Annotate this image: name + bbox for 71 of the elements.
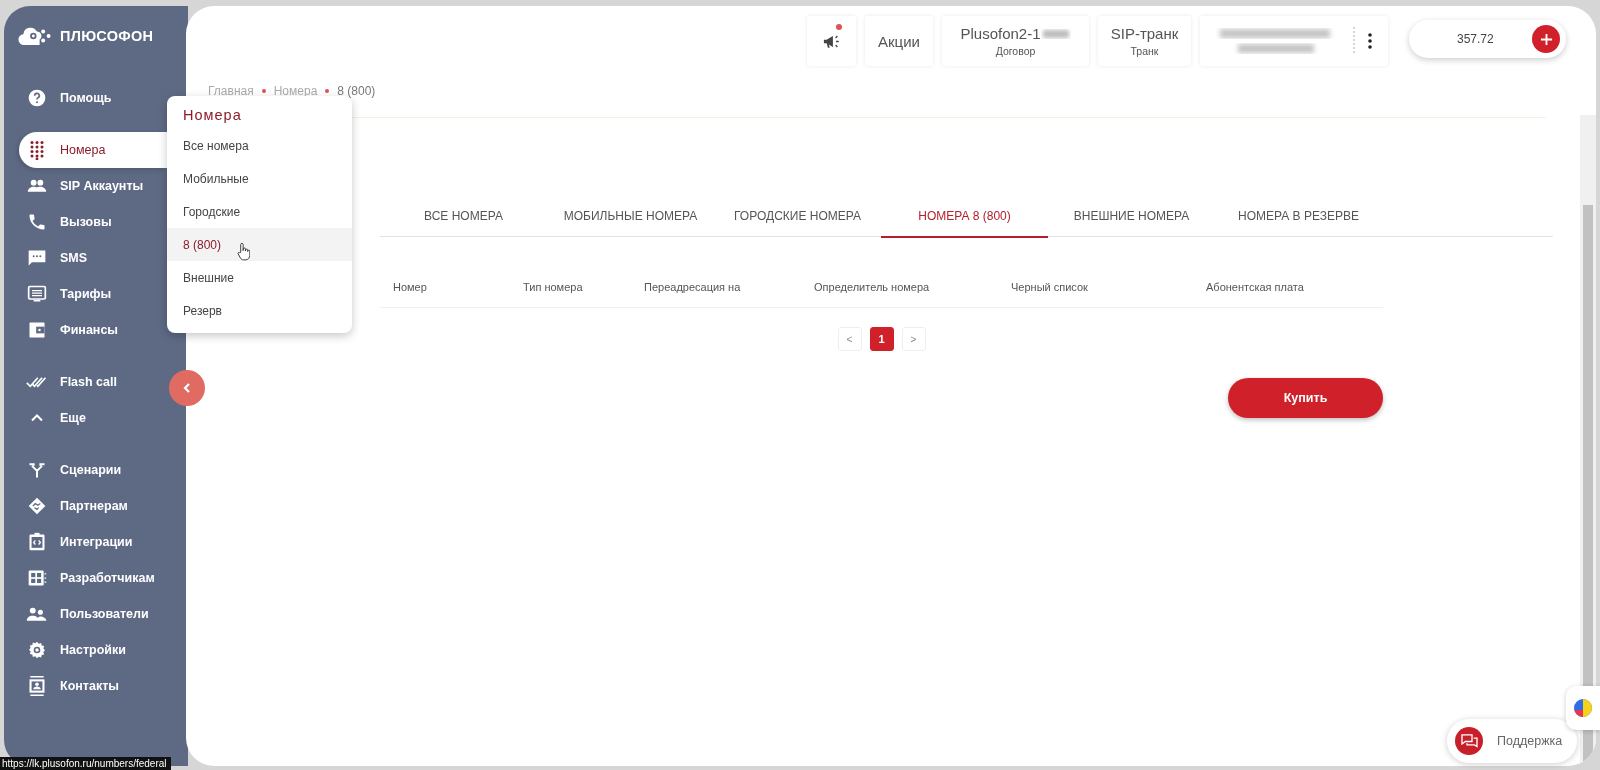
column-header: Переадресация на bbox=[643, 281, 742, 293]
tab[interactable]: НОМЕРА В РЕЗЕРВЕ bbox=[1215, 196, 1382, 238]
sidebar-item[interactable]: Номера bbox=[19, 132, 167, 168]
sidebar-item[interactable]: SIP Аккаунты bbox=[19, 168, 152, 204]
top-up-button[interactable] bbox=[1532, 25, 1560, 53]
breadcrumb-current: 8 (800) bbox=[337, 84, 376, 98]
column-header: Определитель номера bbox=[813, 281, 931, 293]
tab[interactable]: НОМЕРА 8 (800) bbox=[881, 196, 1048, 238]
hand-cursor-icon bbox=[237, 242, 250, 261]
prev-page-button[interactable]: < bbox=[837, 327, 862, 351]
megaphone-icon bbox=[822, 33, 841, 49]
page-button[interactable]: 1 bbox=[869, 327, 894, 351]
grid-icon bbox=[27, 568, 47, 588]
menu-item[interactable]: Все номера bbox=[167, 129, 352, 162]
assistant-widget[interactable] bbox=[1566, 686, 1600, 730]
chat-icon bbox=[27, 248, 47, 268]
sidebar-item[interactable]: Еще bbox=[19, 400, 94, 436]
menu-item[interactable]: Резерв bbox=[167, 294, 352, 327]
status-url: https://lk.plusofon.ru/numbers/federal bbox=[0, 757, 171, 770]
sidebar-item[interactable]: SMS bbox=[19, 240, 96, 276]
tab[interactable]: ВНЕШНИЕ НОМЕРА bbox=[1048, 196, 1215, 238]
sidebar-item[interactable]: Разработчикам bbox=[19, 560, 163, 596]
sidebar-item[interactable]: Интеграции bbox=[19, 524, 141, 560]
screen-icon bbox=[27, 284, 47, 304]
menu-title: Номера bbox=[182, 106, 243, 125]
column-header: Номер bbox=[392, 281, 428, 293]
menu-item[interactable]: Внешние bbox=[167, 261, 352, 294]
sidebar-item[interactable]: Партнерам bbox=[19, 488, 136, 524]
sidebar-item[interactable]: Контакты bbox=[19, 668, 127, 704]
sidebar-item[interactable]: Flash call bbox=[19, 364, 125, 400]
chevron-left-icon bbox=[181, 382, 193, 394]
colorful-circle-icon bbox=[1573, 698, 1593, 718]
trunk-card[interactable]: SIP-транк Транк bbox=[1098, 16, 1191, 66]
chat-icon bbox=[1460, 733, 1478, 749]
column-header: Тип номера bbox=[522, 281, 584, 293]
menu-item[interactable]: Городские bbox=[167, 195, 352, 228]
contract-name: Plusofon2-1 bbox=[960, 25, 1041, 42]
support-button[interactable]: Поддержка bbox=[1447, 719, 1577, 763]
contact-card-icon bbox=[27, 676, 47, 696]
next-page-button[interactable]: > bbox=[901, 327, 926, 351]
tab[interactable]: МОБИЛЬНЫЕ НОМЕРА bbox=[547, 196, 714, 238]
trunk-label: Транк bbox=[1130, 45, 1159, 57]
users-icon bbox=[26, 605, 48, 623]
brand-name: ПЛЮСОФОН bbox=[60, 28, 154, 44]
help-icon bbox=[27, 88, 47, 108]
sidebar-item[interactable]: Финансы bbox=[19, 312, 127, 348]
menu-item[interactable]: 8 (800) bbox=[167, 228, 352, 261]
tab[interactable]: ГОРОДСКИЕ НОМЕРА bbox=[714, 196, 881, 238]
sidebar-item[interactable]: Настройки bbox=[19, 632, 134, 668]
sidebar-item[interactable]: Пользователи bbox=[19, 596, 157, 632]
trunk-name: SIP-транк bbox=[1110, 25, 1179, 42]
code-icon bbox=[27, 532, 47, 552]
buy-button[interactable]: Купить bbox=[1228, 378, 1383, 418]
handshake-icon bbox=[26, 496, 48, 516]
settings-icon bbox=[27, 640, 47, 660]
phone-icon bbox=[27, 212, 47, 232]
column-header: Абонентская плата bbox=[1205, 281, 1305, 293]
sidebar-item[interactable]: Сценарии bbox=[19, 452, 130, 488]
balance-amount: 357.72 bbox=[1457, 32, 1494, 46]
promo-button[interactable]: Акции bbox=[865, 16, 933, 66]
menu-item[interactable]: Мобильные bbox=[167, 162, 352, 195]
contract-label: Договор bbox=[995, 45, 1036, 57]
wallet-icon bbox=[27, 320, 47, 340]
contract-card[interactable]: Plusofon2-1 Договор bbox=[942, 16, 1089, 66]
fork-icon bbox=[27, 460, 47, 480]
sidebar-item[interactable]: Тарифы bbox=[19, 276, 120, 312]
tab[interactable]: ВСЕ НОМЕРА bbox=[380, 196, 547, 238]
sidebar-item[interactable]: Помощь bbox=[19, 80, 120, 116]
plus-icon bbox=[1539, 32, 1553, 46]
column-header: Черный список bbox=[1010, 281, 1089, 293]
sidebar-item[interactable]: Вызовы bbox=[19, 204, 120, 240]
